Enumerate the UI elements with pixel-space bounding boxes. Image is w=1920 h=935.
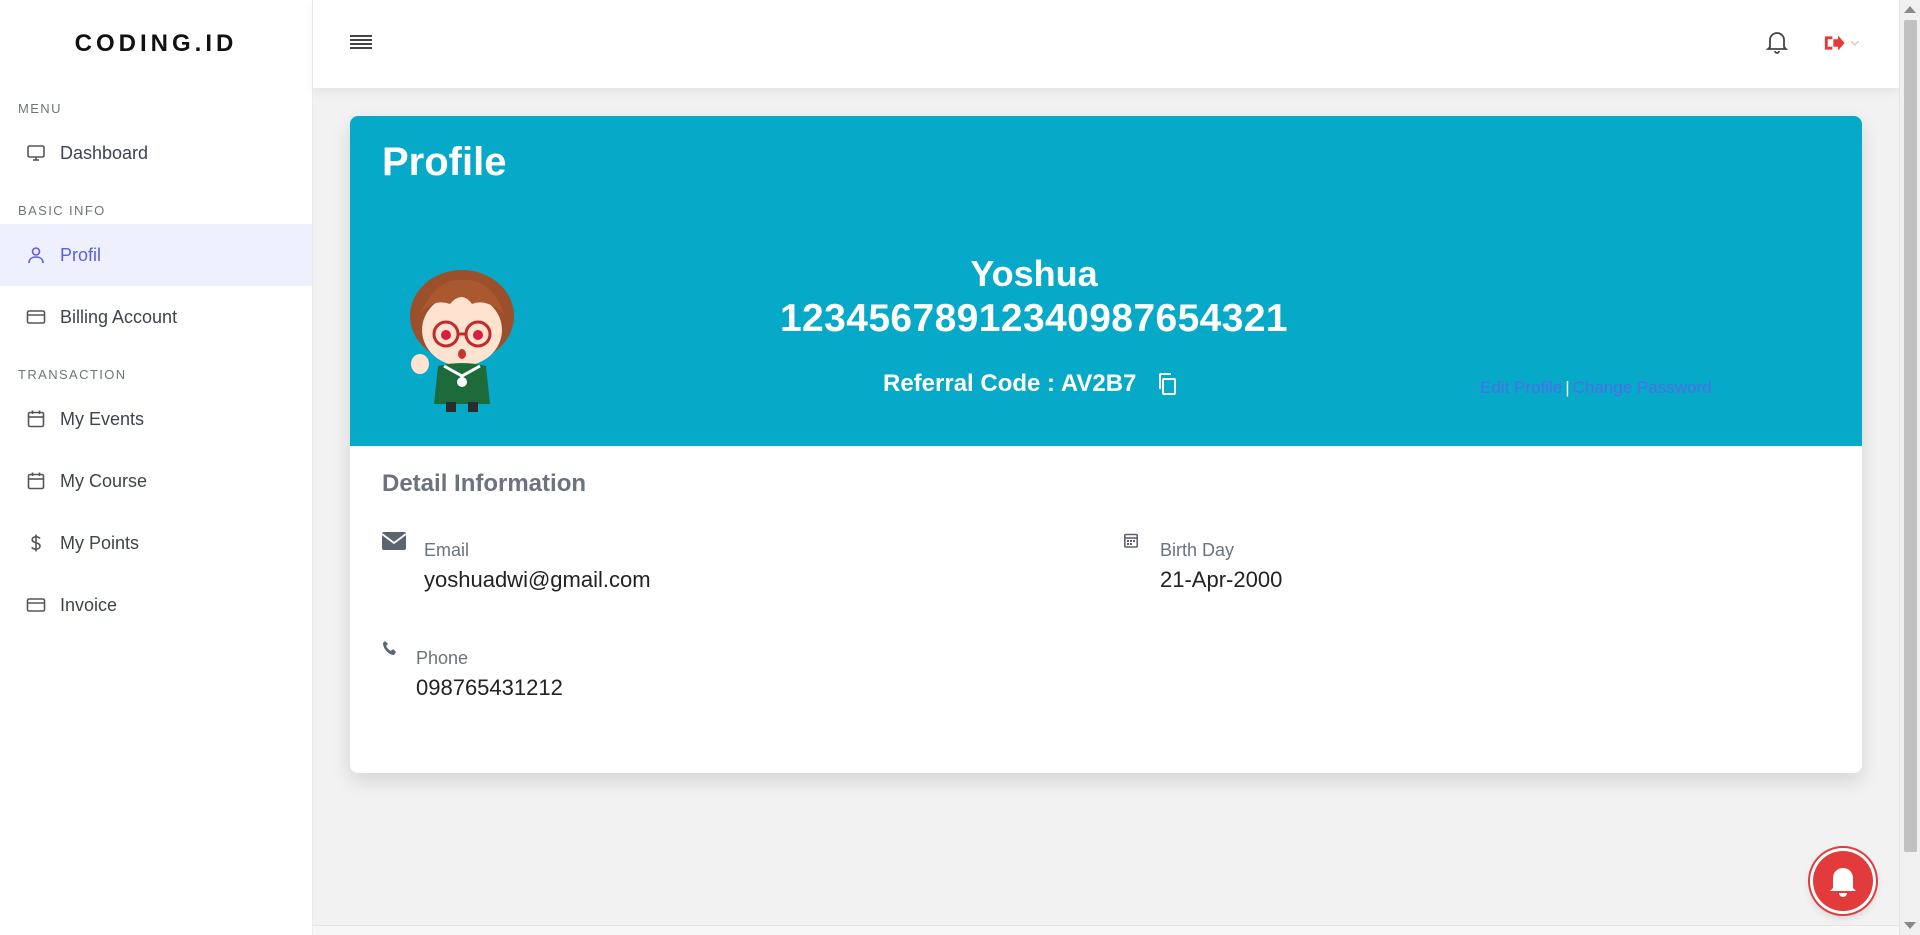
calendar-icon bbox=[26, 471, 46, 491]
referral-code: Referral Code : AV2B7 bbox=[883, 370, 1178, 398]
dollar-icon bbox=[26, 533, 46, 553]
section-label-transaction: TRANSACTION bbox=[18, 366, 127, 382]
link-separator: | bbox=[1565, 378, 1570, 397]
scrollbar-thumb[interactable] bbox=[1904, 20, 1917, 852]
page-title: Profile bbox=[382, 140, 507, 184]
birthday-value: 21-Apr-2000 bbox=[1160, 567, 1283, 592]
profile-card: Profile Yoshua 12345678912340987654321 R… bbox=[350, 116, 1862, 773]
sidebar-item-label: Billing Account bbox=[60, 306, 178, 327]
detail-information: Detail Information bbox=[382, 470, 1832, 526]
brand-logo[interactable]: CODING.ID bbox=[0, 0, 312, 88]
sidebar-item-label: Profil bbox=[60, 244, 102, 265]
phone-value: 098765431212 bbox=[416, 675, 563, 700]
section-label-menu: MENU bbox=[18, 100, 62, 116]
scroll-up-arrow[interactable] bbox=[1904, 6, 1916, 13]
credit-card-icon bbox=[26, 307, 46, 327]
section-label-basic-info: BASIC INFO bbox=[18, 202, 106, 218]
profile-hero: Profile Yoshua 12345678912340987654321 R… bbox=[350, 116, 1862, 446]
profile-name: Yoshua bbox=[970, 253, 1098, 294]
email-info: Email yoshuadwi@gmail.com bbox=[381, 532, 651, 593]
hamburger-icon[interactable] bbox=[350, 35, 372, 51]
sidebar-item-profil[interactable]: Profil bbox=[0, 224, 312, 286]
sidebar-item-label: My Points bbox=[60, 532, 140, 553]
sidebar-item-my-points[interactable]: My Points bbox=[0, 512, 312, 574]
sidebar-item-invoice[interactable]: Invoice bbox=[0, 574, 312, 636]
scroll-down-arrow[interactable] bbox=[1904, 922, 1916, 929]
credit-card-icon bbox=[26, 595, 46, 615]
birthday-label: Birth Day bbox=[1160, 540, 1235, 560]
sidebar-item-my-course[interactable]: My Course bbox=[0, 450, 312, 512]
birthday-info: Birth Day 21-Apr-2000 bbox=[1124, 532, 1282, 593]
profile-links: Edit Profile | Change Password bbox=[1480, 378, 1712, 398]
monitor-icon bbox=[26, 143, 46, 163]
page-scrollbar[interactable] bbox=[1899, 0, 1920, 935]
referral-code-text: Referral Code : AV2B7 bbox=[883, 370, 1137, 397]
user-icon bbox=[26, 245, 46, 265]
notification-fab[interactable] bbox=[1813, 851, 1873, 911]
sidebar-item-dashboard[interactable]: Dashboard bbox=[0, 122, 312, 184]
sidebar-item-label: My Events bbox=[60, 408, 145, 429]
envelope-icon bbox=[381, 532, 407, 593]
sign-out-icon[interactable] bbox=[1823, 32, 1859, 54]
change-password-link[interactable]: Change Password bbox=[1573, 378, 1712, 397]
sidebar-item-billing-account[interactable]: Billing Account bbox=[0, 286, 312, 348]
email-label: Email bbox=[424, 540, 470, 560]
phone-label: Phone bbox=[416, 648, 469, 668]
email-value: yoshuadwi@gmail.com bbox=[424, 567, 651, 592]
bell-icon[interactable] bbox=[1765, 29, 1789, 55]
phone-icon bbox=[382, 640, 398, 701]
phone-info: Phone 098765431212 bbox=[382, 640, 563, 701]
sidebar-item-label: Dashboard bbox=[60, 142, 149, 163]
sidebar-item-label: My Course bbox=[60, 470, 148, 491]
edit-profile-link[interactable]: Edit Profile bbox=[1480, 378, 1562, 397]
profile-identity: Yoshua 12345678912340987654321 bbox=[350, 252, 1718, 342]
topbar bbox=[313, 0, 1899, 88]
sidebar: CODING.ID MENU Dashboard BASIC INFO Prof… bbox=[0, 0, 313, 935]
sidebar-item-my-events[interactable]: My Events bbox=[0, 388, 312, 450]
footer-strip bbox=[313, 925, 1899, 935]
calendar-icon bbox=[1124, 532, 1138, 593]
calendar-icon bbox=[26, 409, 46, 429]
bell-icon bbox=[1830, 868, 1856, 897]
profile-id-number: 12345678912340987654321 bbox=[779, 297, 1289, 340]
detail-title: Detail Information bbox=[382, 470, 587, 497]
copy-icon[interactable] bbox=[1156, 372, 1178, 396]
sidebar-item-label: Invoice bbox=[60, 594, 118, 615]
